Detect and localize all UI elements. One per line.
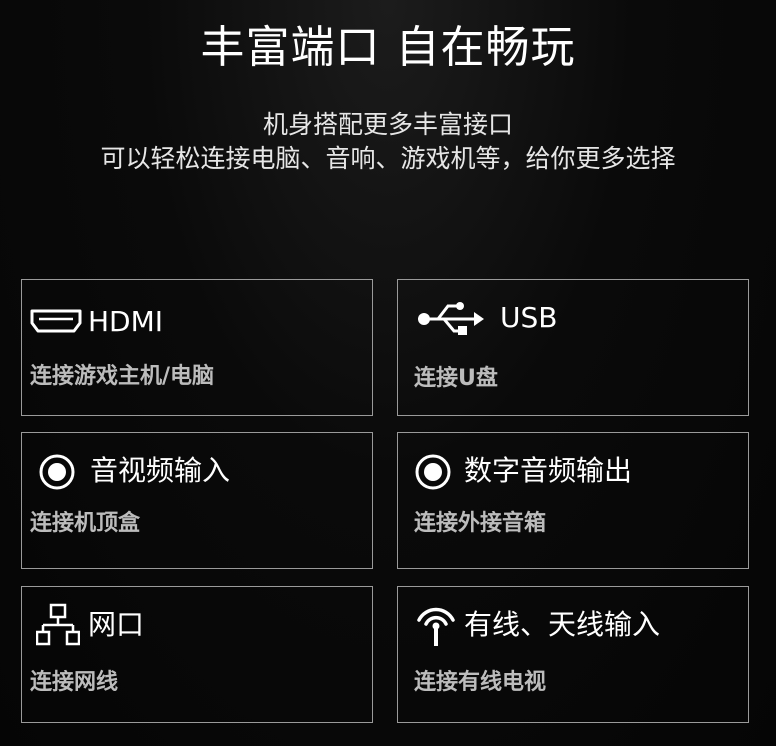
port-title-av-input: 音视频输入 [90,454,231,487]
port-title-network: 网口 [88,608,145,641]
network-icon [36,603,80,646]
port-card-antenna: 有线、天线输入 连接有线电视 [397,586,749,723]
port-title-digital-audio: 数字音频输出 [464,454,633,487]
page-subtitle-line-1: 机身搭配更多丰富接口 [262,110,513,139]
port-card-network: 网口 连接网线 [21,586,373,723]
digital-audio-icon [415,454,451,490]
antenna-icon [417,607,455,646]
port-card-hdmi: HDMI 连接游戏主机/电脑 [21,279,373,416]
port-title-hdmi: HDMI [88,305,164,338]
port-desc-digital-audio: 连接外接音箱 [414,511,547,536]
port-card-digital-audio: 数字音频输出 连接外接音箱 [397,432,749,569]
av-input-icon [39,454,75,490]
port-desc-antenna: 连接有线电视 [414,670,547,695]
port-desc-usb: 连接U盘 [414,366,498,391]
page-title: 丰富端口 自在畅玩 [200,22,576,73]
port-desc-network: 连接网线 [30,670,119,695]
usb-icon [418,302,484,335]
port-desc-hdmi: 连接游戏主机/电脑 [30,364,215,389]
hdmi-icon [30,309,82,333]
port-card-usb: USB 连接U盘 [397,279,749,416]
port-card-av-input: 音视频输入 连接机顶盒 [21,432,373,569]
port-title-usb: USB [500,301,558,334]
port-title-antenna: 有线、天线输入 [464,608,661,641]
port-desc-av-input: 连接机顶盒 [30,511,141,536]
page-subtitle-line-2: 可以轻松连接电脑、音响、游戏机等，给你更多选择 [100,144,676,173]
